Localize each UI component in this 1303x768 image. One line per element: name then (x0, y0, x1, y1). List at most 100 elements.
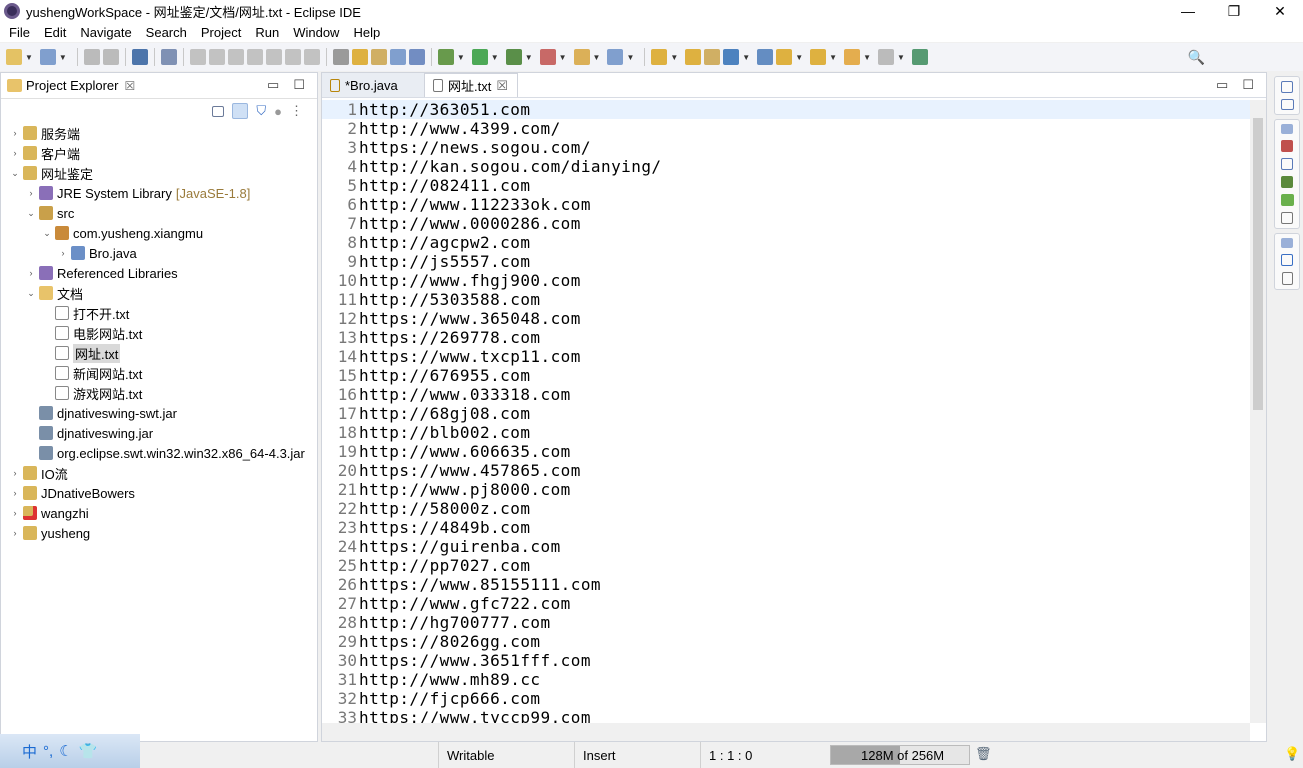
punctuation-icon[interactable]: °, (43, 743, 53, 760)
tree-item[interactable]: 打不开.txt (1, 303, 317, 323)
chevron-icon[interactable]: ⌄ (25, 288, 37, 299)
chevron-icon[interactable]: › (9, 528, 21, 538)
menu-navigate[interactable]: Navigate (73, 25, 138, 40)
ime-toolbar[interactable]: 中 °, ☾ 👕 (0, 734, 140, 768)
tree-item[interactable]: ⌄ src (1, 203, 317, 223)
tree-item[interactable]: › Bro.java (1, 243, 317, 263)
next-annotation-icon[interactable] (757, 49, 774, 65)
restore-icon[interactable] (1281, 238, 1293, 248)
menu-file[interactable]: File (2, 25, 37, 40)
dropdown-arrow-icon[interactable]: ▼ (593, 53, 601, 62)
tree-item[interactable]: 网址.txt (1, 343, 317, 363)
tree-item[interactable]: 新闻网站.txt (1, 363, 317, 383)
chevron-icon[interactable]: › (9, 508, 21, 518)
view-menu-icon[interactable]: ⋮ (290, 103, 303, 119)
menu-window[interactable]: Window (286, 25, 346, 40)
dropdown-arrow-icon[interactable]: ▼ (491, 53, 499, 62)
open-folder-icon[interactable] (685, 49, 702, 65)
step-over-icon[interactable] (284, 49, 301, 65)
restore-icon[interactable] (1281, 81, 1293, 93)
maximize-button[interactable]: ❐ (1211, 0, 1257, 22)
external-tools-icon[interactable] (539, 49, 556, 65)
new-icon[interactable] (6, 49, 22, 65)
tree-item[interactable]: › yusheng (1, 523, 317, 543)
pin-icon[interactable] (911, 49, 928, 65)
chevron-icon[interactable]: › (57, 248, 69, 258)
ime-mode[interactable]: 中 (22, 741, 37, 762)
save-all-icon[interactable] (102, 49, 119, 65)
back-icon[interactable] (844, 49, 861, 65)
close-tab-icon[interactable]: ☒ (496, 78, 508, 94)
toggle-mark-icon[interactable] (389, 49, 406, 65)
chevron-icon[interactable]: › (9, 148, 21, 158)
chevron-icon[interactable]: › (25, 188, 37, 198)
suspend-icon[interactable] (208, 49, 225, 65)
menu-project[interactable]: Project (194, 25, 248, 40)
map-icon[interactable] (1280, 194, 1294, 206)
dropdown-arrow-icon[interactable]: ▼ (59, 53, 67, 62)
horizontal-scrollbar[interactable] (322, 723, 1250, 741)
minimize-button[interactable]: — (1165, 0, 1211, 22)
text-editor[interactable]: 1 http://363051.com 2 http://www.4399.com/3… (322, 100, 1250, 723)
dropdown-arrow-icon[interactable]: ▼ (795, 53, 803, 62)
scroll-thumb[interactable] (1253, 118, 1263, 410)
chevron-icon[interactable]: › (25, 268, 37, 278)
chevron-icon[interactable]: › (9, 468, 21, 478)
tree-item[interactable]: › Referenced Libraries (1, 263, 317, 283)
new-java-project-icon[interactable] (573, 49, 590, 65)
tree-item[interactable]: ⌄ 文档 (1, 283, 317, 303)
tree-item[interactable]: djnativeswing.jar (1, 423, 317, 443)
block-select-icon[interactable] (351, 49, 368, 65)
tree-item[interactable]: djnativeswing-swt.jar (1, 403, 317, 423)
problems-icon[interactable] (1281, 140, 1293, 152)
save-icon[interactable] (83, 49, 100, 65)
new-class-icon[interactable] (39, 49, 56, 65)
coverage-icon[interactable] (505, 49, 522, 65)
tree-item[interactable]: 电影网站.txt (1, 323, 317, 343)
console-icon[interactable] (1281, 212, 1293, 224)
dropdown-arrow-icon[interactable]: ▼ (829, 53, 837, 62)
menu-run[interactable]: Run (248, 25, 286, 40)
skip-breakpoints-icon[interactable] (160, 49, 177, 65)
maximize-editor-icon[interactable]: ☐ (1242, 77, 1254, 93)
chevron-icon[interactable]: › (9, 128, 21, 138)
disconnect-icon[interactable] (246, 49, 263, 65)
tree-item[interactable]: ⌄ com.yusheng.xiangmu (1, 223, 317, 243)
run-icon[interactable] (471, 49, 488, 65)
dropdown-arrow-icon[interactable]: ▼ (525, 53, 533, 62)
collapse-all-icon[interactable] (212, 105, 225, 117)
document-icon[interactable] (1281, 272, 1293, 285)
tree-item[interactable]: › 服务端 (1, 123, 317, 143)
web-browser-icon[interactable] (723, 49, 740, 65)
dropdown-arrow-icon[interactable]: ▼ (897, 53, 905, 62)
terminate-icon[interactable] (227, 49, 244, 65)
search-tool-icon[interactable] (704, 49, 721, 65)
skin-icon[interactable]: 👕 (79, 742, 98, 760)
last-edit-icon[interactable] (810, 49, 827, 65)
chevron-icon[interactable]: ⌄ (25, 208, 37, 219)
open-type-icon[interactable] (651, 49, 668, 65)
tree-item[interactable]: › wangzhi (1, 503, 317, 523)
chevron-icon[interactable]: › (9, 488, 21, 498)
hierarchy-icon[interactable] (1281, 254, 1293, 266)
dropdown-arrow-icon[interactable]: ▼ (626, 53, 634, 62)
dropdown-arrow-icon[interactable]: ▼ (25, 53, 33, 62)
tree-item[interactable]: org.eclipse.swt.win32.win32.x86_64-4.3.j… (1, 443, 317, 463)
dropdown-arrow-icon[interactable]: ▼ (559, 53, 567, 62)
heap-status[interactable]: 128M of 256M (830, 745, 970, 765)
new-package-icon[interactable] (607, 49, 624, 65)
garbage-collect-icon[interactable]: 🗑 (975, 746, 992, 762)
close-button[interactable]: ✕ (1257, 0, 1303, 22)
tree-item[interactable]: › 客户端 (1, 143, 317, 163)
minimize-view-icon[interactable]: ▭ (267, 77, 279, 93)
focus-icon[interactable]: ● (274, 104, 282, 119)
search-icon[interactable]: 🔍 (1188, 49, 1205, 66)
tree-item[interactable]: › JDnativeBowers (1, 483, 317, 503)
tree-item[interactable]: 游戏网站.txt (1, 383, 317, 403)
dropdown-arrow-icon[interactable]: ▼ (670, 53, 678, 62)
filter-icon[interactable]: ⛉ (256, 103, 266, 119)
chevron-icon[interactable]: ⌄ (9, 168, 21, 179)
tasks-icon[interactable] (1281, 176, 1293, 188)
tab-bro-java[interactable]: *Bro.java (322, 73, 424, 97)
dropdown-arrow-icon[interactable]: ▼ (863, 53, 871, 62)
